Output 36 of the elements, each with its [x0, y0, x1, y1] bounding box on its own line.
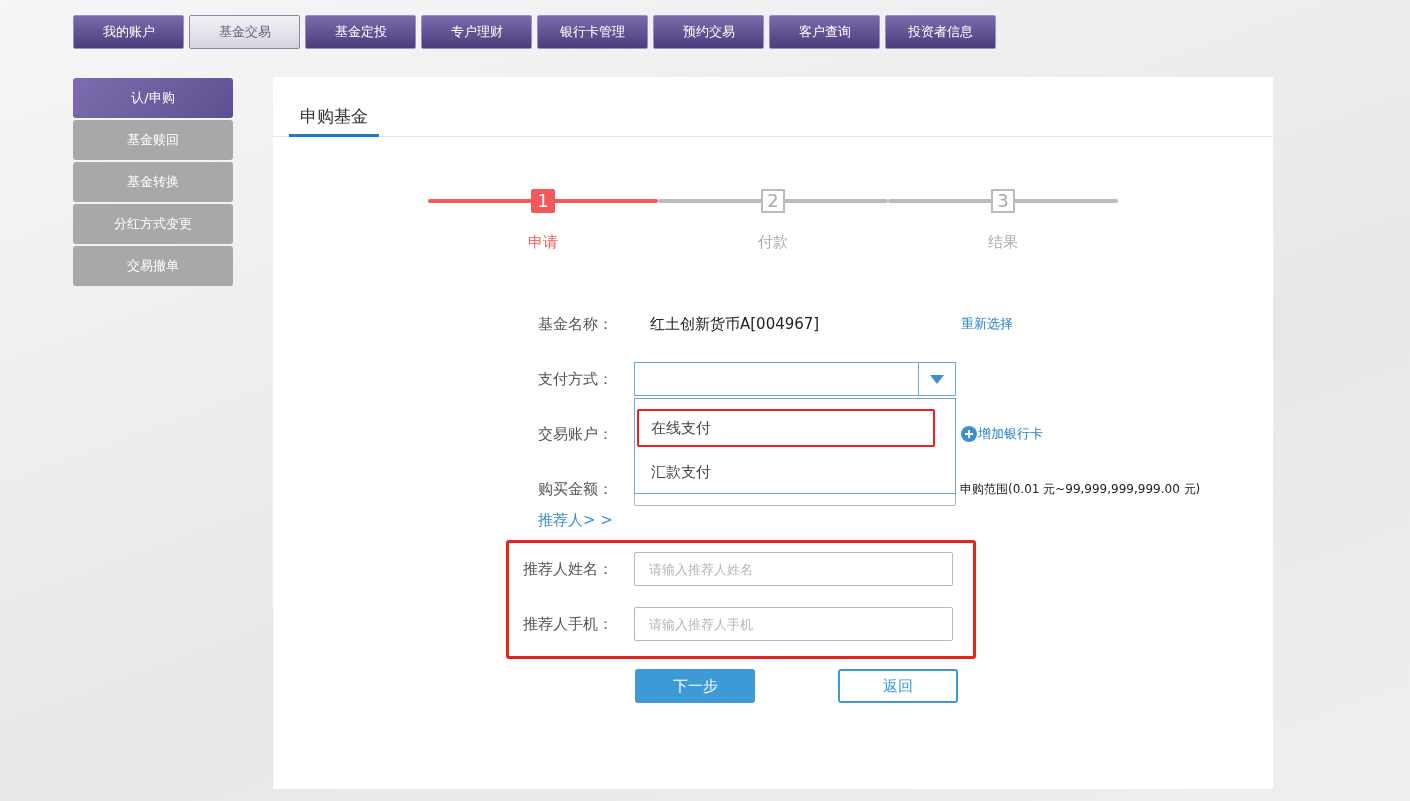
step-label: 结果	[988, 233, 1018, 252]
back-button[interactable]: 返回	[838, 669, 958, 703]
field-label: 购买金额：	[538, 479, 614, 499]
step-label: 申请	[528, 233, 558, 252]
field-label: 交易账户：	[538, 424, 614, 444]
nav-tab[interactable]: 预约交易	[653, 15, 764, 49]
field-label: 支付方式：	[538, 369, 614, 389]
nav-tab[interactable]: 银行卡管理	[537, 15, 648, 49]
nav-tab[interactable]: 专户理财	[421, 15, 532, 49]
input-field[interactable]: 请输入推荐人手机	[633, 607, 953, 641]
reselect-link[interactable]: 重新选择	[961, 315, 1013, 333]
input-field[interactable]: 请输入推荐人姓名	[633, 552, 953, 586]
step-number: 2	[761, 189, 785, 213]
panel-tab[interactable]: 申购基金	[289, 105, 379, 137]
caret-icon	[930, 374, 944, 384]
nav-tab[interactable]: 我的账户	[73, 15, 184, 49]
nav-tab[interactable]: 投资者信息	[885, 15, 996, 49]
next-button[interactable]: 下一步	[635, 669, 755, 703]
add-bank-card-link[interactable]: 增加银行卡	[961, 425, 1043, 443]
dropdown-option[interactable]: 汇款支付	[637, 453, 935, 491]
fund-name: 红土创新货币A[004967]	[649, 314, 821, 334]
amount-range-hint: 申购范围(0.01 元~99,999,999,999.00 元)	[960, 480, 1201, 498]
nav-tab[interactable]: 客户查询	[769, 15, 880, 49]
plus-circle-icon	[961, 426, 977, 442]
payment-select[interactable]	[634, 362, 956, 396]
step-number: 3	[991, 189, 1015, 213]
field-label: 推荐人姓名：	[523, 559, 614, 579]
step-number: 1	[531, 189, 555, 213]
dropdown-option[interactable]: 在线支付	[637, 409, 935, 447]
field-label: 推荐人手机：	[523, 614, 614, 634]
referrer-toggle-link[interactable]: 推荐人> >	[538, 511, 613, 530]
nav-tab[interactable]: 基金定投	[305, 15, 416, 49]
sidebar-item[interactable]: 认/申购	[73, 78, 233, 118]
step-label: 付款	[758, 233, 788, 252]
nav-tab[interactable]: 基金交易	[189, 15, 300, 49]
field-label: 基金名称：	[538, 314, 614, 334]
